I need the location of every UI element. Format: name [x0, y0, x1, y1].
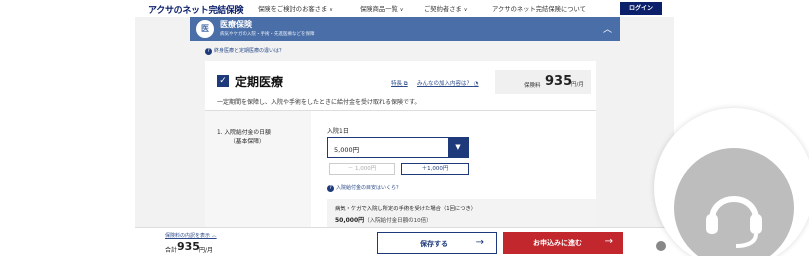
plan-checkbox[interactable]: ✓ — [217, 75, 229, 87]
features-link[interactable]: 特長 ⧉ — [391, 79, 408, 88]
item-label-column: 1. 入院給付金の日額 （基本保障） — [205, 111, 311, 227]
section-header[interactable]: 医 医療保険 病気やケガの入院・手術・先進医療などを保障 ︿ — [190, 17, 620, 41]
benefit-info-value: 50,000円（入院給付金日額の10倍） — [335, 215, 432, 224]
nav-about-label: アクサのネット完結保険について — [492, 6, 586, 13]
question-icon: ? — [327, 185, 334, 192]
medical-icon: 医 — [196, 20, 214, 38]
diff-link[interactable]: ? 終身医療と定期医療の違いは？ — [205, 47, 284, 55]
daily-amount-value: 5,000円 — [334, 146, 360, 154]
apply-button[interactable]: お申込みに進む → — [503, 232, 623, 254]
section-subtitle: 病気やケガの入院・手術・先進医療などを保障 — [220, 32, 315, 37]
plan-card: ✓ 定期医療 特長 ⧉ みんなの加入内容は？ ◔ 保険料 935 円/月 一定期… — [205, 61, 596, 227]
total-label: 合計 — [165, 247, 178, 254]
diff-link-label: 終身医療と定期医療の違いは？ — [214, 48, 285, 54]
external-link-icon: ⧉ — [403, 81, 408, 87]
fee-unit: 円/月 — [571, 82, 584, 88]
chevron-down-icon: ∨ — [329, 7, 333, 13]
headset-icon — [674, 148, 794, 256]
item-sublabel: （基本保障） — [230, 139, 265, 145]
arrow-right-icon: → — [475, 237, 484, 248]
guide-link-label: 入院給付金の目安はいくら？ — [336, 185, 402, 191]
benefit-note: （入院給付金日額の10倍） — [364, 218, 432, 224]
save-label: 保存する — [420, 240, 448, 248]
top-header: アクサのネット完結保険 保険をご検討のお客さま ∨ 保険商品一覧 ∨ ご契約者さま ∨… — [0, 0, 809, 17]
everyone-link[interactable]: みんなの加入内容は？ ◔ — [417, 79, 479, 87]
chart-icon: ◔ — [473, 81, 479, 87]
benefit-amount: 50,000円 — [335, 217, 365, 224]
chevron-up-icon[interactable]: ︿ — [603, 22, 612, 35]
benefit-info-box: 病気・ケガで入院し所定の手術を受けた場合（1回につき） 50,000円（入院給付… — [327, 199, 596, 227]
benefit-info-title: 病気・ケガで入院し所定の手術を受けた場合（1回につき） — [335, 206, 477, 212]
nav-about[interactable]: アクサのネット完結保険について — [492, 4, 586, 13]
question-icon: ? — [205, 48, 212, 55]
nav-policyholders-label: ご契約者さま — [424, 6, 462, 13]
nav-policyholders[interactable]: ご契約者さま ∨ — [424, 4, 467, 13]
chevron-down-icon: ∨ — [399, 7, 404, 13]
fee-label: 保険料 — [524, 83, 541, 89]
breakdown-link[interactable]: 保険料の内訳を表示 ︿ — [165, 232, 217, 239]
guide-link[interactable]: ? 入院給付金の目安はいくら？ — [327, 184, 401, 192]
nav-prospective[interactable]: 保険をご検討のお客さま ∨ — [258, 4, 333, 13]
increase-button[interactable]: ＋1,000円 — [401, 163, 469, 175]
sticky-footer: 保険料の内訳を表示 ︿ 合計 935 円/月 保存する → お申込みに進む → — [135, 227, 674, 256]
fee-box: 保険料 935 円/月 — [495, 70, 591, 94]
day-label: 入院1日 — [327, 128, 349, 135]
fee-value: 935 — [545, 74, 573, 89]
apply-label: お申込みに進む — [533, 239, 582, 247]
decrease-button[interactable]: － 1,000円 — [329, 163, 395, 175]
plan-title: 定期医療 — [235, 75, 284, 89]
save-button[interactable]: 保存する → — [377, 232, 497, 254]
daily-amount-select[interactable]: 5,000円 ▼ — [327, 137, 469, 158]
plan-description: 一定期間を保障し、入院や手術をしたときに給付金を受け取れる保険です。 — [217, 99, 421, 106]
nav-products-label: 保険商品一覧 — [360, 6, 398, 13]
total-value: 935 — [177, 240, 200, 253]
nav-products[interactable]: 保険商品一覧 ∨ — [360, 4, 403, 13]
chat-support-button[interactable] — [654, 108, 809, 256]
login-button[interactable]: ログイン — [620, 2, 662, 15]
item-label: 1. 入院給付金の日額 — [217, 130, 271, 136]
total-unit: 円/月 — [199, 247, 214, 254]
everyone-link-label: みんなの加入内容は？ — [417, 81, 473, 87]
section-title: 医療保険 — [220, 20, 252, 29]
arrow-right-icon: → — [604, 236, 613, 247]
site-logo[interactable]: アクサのネット完結保険 — [148, 3, 244, 16]
nav-prospective-label: 保険をご検討のお客さま — [258, 6, 328, 13]
features-link-label: 特長 — [391, 81, 403, 87]
chevron-down-icon: ∨ — [463, 7, 468, 13]
caret-down-icon: ▼ — [448, 138, 468, 157]
chat-indicator-icon — [656, 241, 666, 251]
